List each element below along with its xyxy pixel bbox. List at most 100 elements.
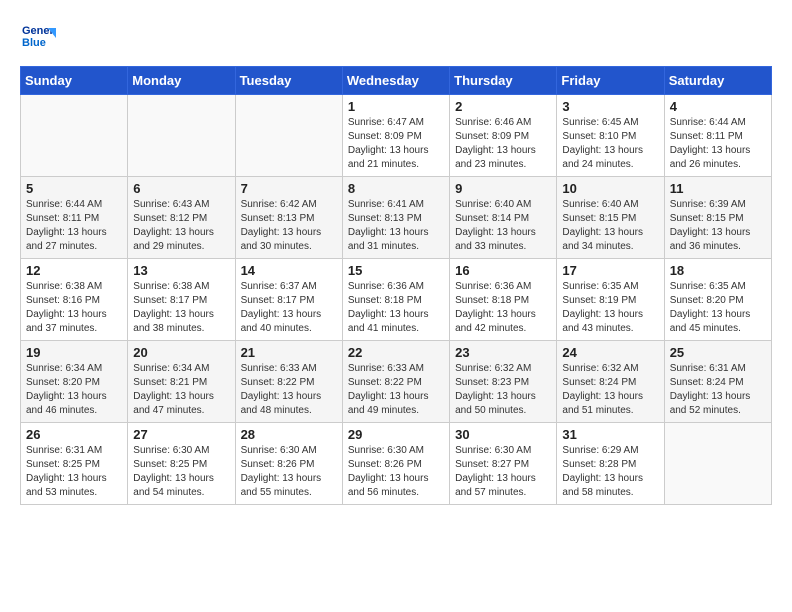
calendar-cell: [128, 95, 235, 177]
day-number: 9: [455, 181, 551, 196]
weekday-header-sunday: Sunday: [21, 67, 128, 95]
calendar-cell: 18 Sunrise: 6:35 AMSunset: 8:20 PMDayligh…: [664, 259, 771, 341]
logo: General Blue: [20, 20, 56, 56]
calendar-cell: 8Sunrise: 6:41 AMSunset: 8:13 PMDaylight…: [342, 177, 449, 259]
day-number: 23: [455, 345, 551, 360]
calendar-cell: [235, 95, 342, 177]
day-info: Sunrise: 6:32 AMSunset: 8:24 PMDaylight:…: [562, 362, 658, 418]
day-number: 17: [562, 263, 658, 278]
day-info: Sunrise: 6:47 AMSunset: 8:09 PMDaylight:…: [348, 116, 444, 172]
day-number: 27: [133, 427, 229, 442]
day-info: Sunrise: 6:33 AMSunset: 8:22 PMDaylight:…: [241, 362, 337, 418]
calendar-table: SundayMondayTuesdayWednesdayThursdayFrid…: [20, 66, 772, 505]
day-number: 16: [455, 263, 551, 278]
day-info: Sunrise: 6:36 AMSunset: 8:18 PMDaylight:…: [348, 280, 444, 336]
day-info: Sunrise: 6:32 AMSunset: 8:23 PMDaylight:…: [455, 362, 551, 418]
day-number: 3: [562, 99, 658, 114]
weekday-header-wednesday: Wednesday: [342, 67, 449, 95]
calendar-cell: 28 Sunrise: 6:30 AMSunset: 8:26 PMDayligh…: [235, 423, 342, 505]
day-info: Sunrise: 6:35 AMSunset: 8:20 PMDaylight:…: [670, 280, 766, 336]
calendar-cell: 7 Sunrise: 6:42 AMSunset: 8:13 PMDaylight…: [235, 177, 342, 259]
day-number: 24: [562, 345, 658, 360]
calendar-cell: 26Sunrise: 6:31 AMSunset: 8:25 PMDayligh…: [21, 423, 128, 505]
day-info: Sunrise: 6:30 AMSunset: 8:25 PMDaylight:…: [133, 444, 229, 500]
calendar-cell: 15 Sunrise: 6:36 AMSunset: 8:18 PMDayligh…: [342, 259, 449, 341]
calendar-cell: 19 Sunrise: 6:34 AMSunset: 8:20 PMDayligh…: [21, 341, 128, 423]
calendar-cell: 5 Sunrise: 6:44 AMSunset: 8:11 PMDaylight…: [21, 177, 128, 259]
calendar-cell: 29Sunrise: 6:30 AMSunset: 8:26 PMDayligh…: [342, 423, 449, 505]
day-number: 31: [562, 427, 658, 442]
day-info: Sunrise: 6:36 AMSunset: 8:18 PMDaylight:…: [455, 280, 551, 336]
day-number: 12: [26, 263, 122, 278]
weekday-header-tuesday: Tuesday: [235, 67, 342, 95]
weekday-header-saturday: Saturday: [664, 67, 771, 95]
day-number: 30: [455, 427, 551, 442]
day-info: Sunrise: 6:44 AMSunset: 8:11 PMDaylight:…: [26, 198, 122, 254]
weekday-header-thursday: Thursday: [450, 67, 557, 95]
day-info: Sunrise: 6:46 AMSunset: 8:09 PMDaylight:…: [455, 116, 551, 172]
calendar-cell: 9 Sunrise: 6:40 AMSunset: 8:14 PMDaylight…: [450, 177, 557, 259]
calendar-cell: 24 Sunrise: 6:32 AMSunset: 8:24 PMDayligh…: [557, 341, 664, 423]
calendar-week-row: 19 Sunrise: 6:34 AMSunset: 8:20 PMDayligh…: [21, 341, 772, 423]
calendar-cell: 14 Sunrise: 6:37 AMSunset: 8:17 PMDayligh…: [235, 259, 342, 341]
day-info: Sunrise: 6:30 AMSunset: 8:26 PMDaylight:…: [241, 444, 337, 500]
day-info: Sunrise: 6:38 AMSunset: 8:16 PMDaylight:…: [26, 280, 122, 336]
calendar-cell: 13Sunrise: 6:38 AMSunset: 8:17 PMDayligh…: [128, 259, 235, 341]
day-number: 21: [241, 345, 337, 360]
calendar-cell: 10 Sunrise: 6:40 AMSunset: 8:15 PMDayligh…: [557, 177, 664, 259]
day-number: 5: [26, 181, 122, 196]
weekday-header-row: SundayMondayTuesdayWednesdayThursdayFrid…: [21, 67, 772, 95]
day-info: Sunrise: 6:40 AMSunset: 8:15 PMDaylight:…: [562, 198, 658, 254]
day-number: 7: [241, 181, 337, 196]
day-info: Sunrise: 6:29 AMSunset: 8:28 PMDaylight:…: [562, 444, 658, 500]
day-info: Sunrise: 6:43 AMSunset: 8:12 PMDaylight:…: [133, 198, 229, 254]
day-number: 14: [241, 263, 337, 278]
calendar-cell: 30 Sunrise: 6:30 AMSunset: 8:27 PMDayligh…: [450, 423, 557, 505]
day-number: 19: [26, 345, 122, 360]
day-info: Sunrise: 6:34 AMSunset: 8:21 PMDaylight:…: [133, 362, 229, 418]
day-number: 25: [670, 345, 766, 360]
day-number: 11: [670, 181, 766, 196]
calendar-cell: 31 Sunrise: 6:29 AMSunset: 8:28 PMDayligh…: [557, 423, 664, 505]
day-number: 22: [348, 345, 444, 360]
day-info: Sunrise: 6:45 AMSunset: 8:10 PMDaylight:…: [562, 116, 658, 172]
day-number: 4: [670, 99, 766, 114]
day-number: 10: [562, 181, 658, 196]
day-info: Sunrise: 6:40 AMSunset: 8:14 PMDaylight:…: [455, 198, 551, 254]
calendar-week-row: 12 Sunrise: 6:38 AMSunset: 8:16 PMDayligh…: [21, 259, 772, 341]
calendar-cell: 27 Sunrise: 6:30 AMSunset: 8:25 PMDayligh…: [128, 423, 235, 505]
calendar-cell: 1 Sunrise: 6:47 AMSunset: 8:09 PMDaylight…: [342, 95, 449, 177]
calendar-cell: 4 Sunrise: 6:44 AMSunset: 8:11 PMDaylight…: [664, 95, 771, 177]
day-number: 15: [348, 263, 444, 278]
day-number: 18: [670, 263, 766, 278]
day-info: Sunrise: 6:38 AMSunset: 8:17 PMDaylight:…: [133, 280, 229, 336]
weekday-header-friday: Friday: [557, 67, 664, 95]
day-number: 28: [241, 427, 337, 442]
calendar-cell: 12 Sunrise: 6:38 AMSunset: 8:16 PMDayligh…: [21, 259, 128, 341]
calendar-cell: 23 Sunrise: 6:32 AMSunset: 8:23 PMDayligh…: [450, 341, 557, 423]
day-info: Sunrise: 6:31 AMSunset: 8:25 PMDaylight:…: [26, 444, 122, 500]
day-info: Sunrise: 6:42 AMSunset: 8:13 PMDaylight:…: [241, 198, 337, 254]
day-number: 1: [348, 99, 444, 114]
day-info: Sunrise: 6:37 AMSunset: 8:17 PMDaylight:…: [241, 280, 337, 336]
calendar-cell: 22 Sunrise: 6:33 AMSunset: 8:22 PMDayligh…: [342, 341, 449, 423]
calendar-cell: 17Sunrise: 6:35 AMSunset: 8:19 PMDayligh…: [557, 259, 664, 341]
calendar-cell: 11Sunrise: 6:39 AMSunset: 8:15 PMDayligh…: [664, 177, 771, 259]
day-number: 2: [455, 99, 551, 114]
day-number: 8: [348, 181, 444, 196]
day-info: Sunrise: 6:30 AMSunset: 8:26 PMDaylight:…: [348, 444, 444, 500]
day-info: Sunrise: 6:44 AMSunset: 8:11 PMDaylight:…: [670, 116, 766, 172]
logo-icon: General Blue: [20, 20, 56, 56]
day-info: Sunrise: 6:30 AMSunset: 8:27 PMDaylight:…: [455, 444, 551, 500]
page-header: General Blue: [20, 20, 772, 56]
day-info: Sunrise: 6:34 AMSunset: 8:20 PMDaylight:…: [26, 362, 122, 418]
svg-text:Blue: Blue: [22, 37, 46, 49]
calendar-cell: 2 Sunrise: 6:46 AMSunset: 8:09 PMDaylight…: [450, 95, 557, 177]
calendar-cell: 25 Sunrise: 6:31 AMSunset: 8:24 PMDayligh…: [664, 341, 771, 423]
day-info: Sunrise: 6:33 AMSunset: 8:22 PMDaylight:…: [348, 362, 444, 418]
calendar-cell: 20 Sunrise: 6:34 AMSunset: 8:21 PMDayligh…: [128, 341, 235, 423]
calendar-week-row: 1 Sunrise: 6:47 AMSunset: 8:09 PMDaylight…: [21, 95, 772, 177]
day-number: 20: [133, 345, 229, 360]
calendar-week-row: 26Sunrise: 6:31 AMSunset: 8:25 PMDayligh…: [21, 423, 772, 505]
day-info: Sunrise: 6:31 AMSunset: 8:24 PMDaylight:…: [670, 362, 766, 418]
